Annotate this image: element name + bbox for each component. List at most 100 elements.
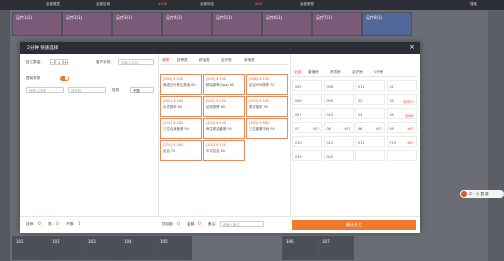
room-option[interactable]: 009 [323,94,354,105]
room-card[interactable]: 102 [48,236,84,260]
room-card[interactable]: 105 [156,236,192,260]
gender-select[interactable]: 不限 [130,87,154,93]
status-filter[interactable]: 全部状态 [200,2,214,7]
staff-count-input[interactable]: 1 [55,59,63,65]
room-option[interactable]: 010 [323,108,354,119]
room-option[interactable] [386,150,417,161]
room-number: 009 [326,98,333,103]
room-number: 019 [295,154,302,159]
room-option[interactable]: 07 ¥87 [292,122,322,133]
floating-assistant[interactable]: 中 · 小 盟 豪 [460,190,504,198]
room-option[interactable]: 019 [292,150,322,161]
tab-room-vip[interactable]: 贵宾房 [330,70,341,75]
room-number: 07 [295,126,300,131]
staff-total-value: 0 [38,221,41,227]
package-item[interactable]: [103] ¥ 380 三位套餐中秋 90 [246,118,288,139]
room-option[interactable]: 04 [355,108,385,119]
confirm-button[interactable]: 确认开工 [292,220,416,230]
room-option[interactable]: 06 ¥87 [355,122,385,133]
search-button[interactable]: 搜索 [470,2,477,7]
room-option[interactable]: 08 ¥87 [323,122,354,133]
tab-other[interactable]: 其他类 [244,58,255,63]
package-item[interactable]: [201] ¥ 380 足浴 70 [160,140,202,161]
type-filter[interactable]: 全部类型 [300,2,314,7]
plus-button[interactable]: + [63,59,68,65]
room-option[interactable]: 005 [292,80,322,91]
room-option[interactable]: 010 [292,136,322,147]
room-card[interactable]: 足疗7(1) [312,12,362,36]
package-item[interactable]: [102] ¥ 430 养生精油套餐 90 [203,118,245,139]
room-card[interactable]: 足疗8(1) [362,12,412,36]
room-card[interactable]: 足疗6(1) [262,12,312,36]
right-sidebar [488,10,504,261]
tab-room-normal[interactable]: 普通房 [308,70,319,75]
close-icon[interactable]: × [409,43,415,52]
tab-room-vip2[interactable]: VIP房 [374,70,383,75]
dialog-footer: 技师: 0 男: 0 不限: 1 项目数: 0 金额: 0 备注: 请输入备注 … [20,216,420,233]
staff-search-input[interactable]: 请输入技师 [26,87,64,93]
package-item[interactable]: [001] ¥ 160 中式推拿 60 [160,96,202,117]
phone-input[interactable]: 请输入手机 [118,59,154,65]
room-number: F19 [389,140,396,145]
room-card[interactable]: 103 [84,236,120,260]
room-card[interactable]: 107 [318,236,354,260]
room-card[interactable]: 足疗5(1) [212,12,262,36]
room-card[interactable]: 足疗2(1) [62,12,112,36]
package-item[interactable]: [004] ¥ 300 肩颈五行养生精油 60 [160,74,202,95]
package-item[interactable]: [101] ¥ 380 三位合身套餐 90 [160,118,202,139]
room-option[interactable]: 012 [355,136,385,147]
tab-foot[interactable]: 足疗类 [221,58,232,63]
quick-select-dialog: 2分钟 快速选择 × 技工数量: − 1 + 客户手机: 请输入手机 提前安排 … [20,42,420,233]
staff-select[interactable]: 请选择 [68,87,106,93]
room-option[interactable]: 007 [292,108,322,119]
prefer-toggle[interactable] [60,75,69,81]
tab-massage[interactable]: 按摩类 [177,58,188,63]
room-option[interactable]: 008 [323,80,354,91]
room-option[interactable]: 03 包间10 [386,94,417,105]
area-filter[interactable]: 全部区域 [96,2,110,7]
room-price: ¥87 [407,140,414,145]
floor-filter[interactable]: 全部楼层 [46,2,60,7]
package-item[interactable]: [202] ¥ 120 中式足浴 60 [203,140,245,161]
package-item[interactable]: [003] ¥ 300 泰式推拿 90 [246,96,288,117]
room-option[interactable]: 011 [323,136,354,147]
package-item[interactable]: [002] ¥ 130 足底按摩 60 [203,96,245,117]
room-option[interactable]: 05 包间8 [386,108,417,119]
tab-room-all[interactable]: 全部 [294,70,302,77]
package-item[interactable]: [005] ¥ 300 精油按摩(Spa) 60 [203,74,245,95]
room-option[interactable]: 01 [386,80,417,91]
divider [292,76,418,77]
room-option[interactable]: F19 ¥87 [386,136,417,147]
room-option[interactable]: 006 [292,94,322,105]
divider [158,54,159,216]
room-price: ¥87 [344,126,351,131]
room-number: 012 [358,140,365,145]
package-item[interactable]: [006] ¥ 200 足浴SPA按摩 75 [246,74,288,95]
room-number: 010 [326,112,333,117]
room-card[interactable]: 106 [282,236,318,260]
remark-label: 备注: [208,222,217,226]
room-card[interactable]: 101 [12,236,48,260]
remark-input[interactable]: 请输入备注 [220,221,264,227]
assistant-icon [461,191,467,197]
tab-room-foot[interactable]: 足疗房 [352,70,363,75]
male-value: 0 [56,221,59,227]
room-number: 08 [326,126,331,131]
room-number: 010 [295,140,302,145]
room-card[interactable]: 足疗3(1) [112,12,162,36]
room-option[interactable]: 02 [355,94,385,105]
tab-oil[interactable]: 精油类 [199,58,210,63]
room-card[interactable]: 足疗1(1) [12,12,62,36]
room-card[interactable]: 104 [120,236,156,260]
room-option[interactable]: 09 ¥87 [386,122,417,133]
room-number: 007 [295,112,302,117]
room-option[interactable] [355,150,385,161]
project-count-value: 0 [177,221,180,227]
room-option[interactable]: 011 [355,80,385,91]
any-gender-label: 不限: [66,222,75,226]
revenue-badge: ¥346 [158,2,167,6]
tab-package-all[interactable]: 套餐 [162,58,170,65]
room-card[interactable]: 足疗4(1) [162,12,212,36]
room-option[interactable]: 020 [323,150,354,161]
any-gender-value: 1 [78,221,81,227]
